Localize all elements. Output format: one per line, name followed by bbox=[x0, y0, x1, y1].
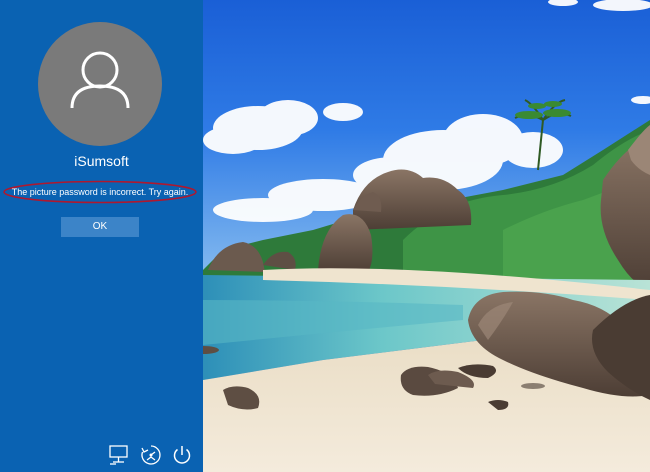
error-message: The picture password is incorrect. Try a… bbox=[11, 187, 189, 197]
error-message-container: The picture password is incorrect. Try a… bbox=[2, 180, 198, 204]
avatar bbox=[38, 22, 162, 146]
user-name: iSumsoft bbox=[74, 153, 129, 169]
power-icon[interactable] bbox=[170, 443, 194, 467]
ease-of-access-icon[interactable] bbox=[139, 443, 163, 467]
ok-button[interactable]: OK bbox=[61, 217, 139, 237]
sign-in-panel: iSumsoft The picture password is incorre… bbox=[0, 0, 203, 472]
user-icon bbox=[70, 51, 130, 109]
network-icon[interactable] bbox=[107, 443, 131, 467]
beach-picture bbox=[203, 0, 650, 472]
picture-password-image[interactable] bbox=[203, 0, 650, 472]
